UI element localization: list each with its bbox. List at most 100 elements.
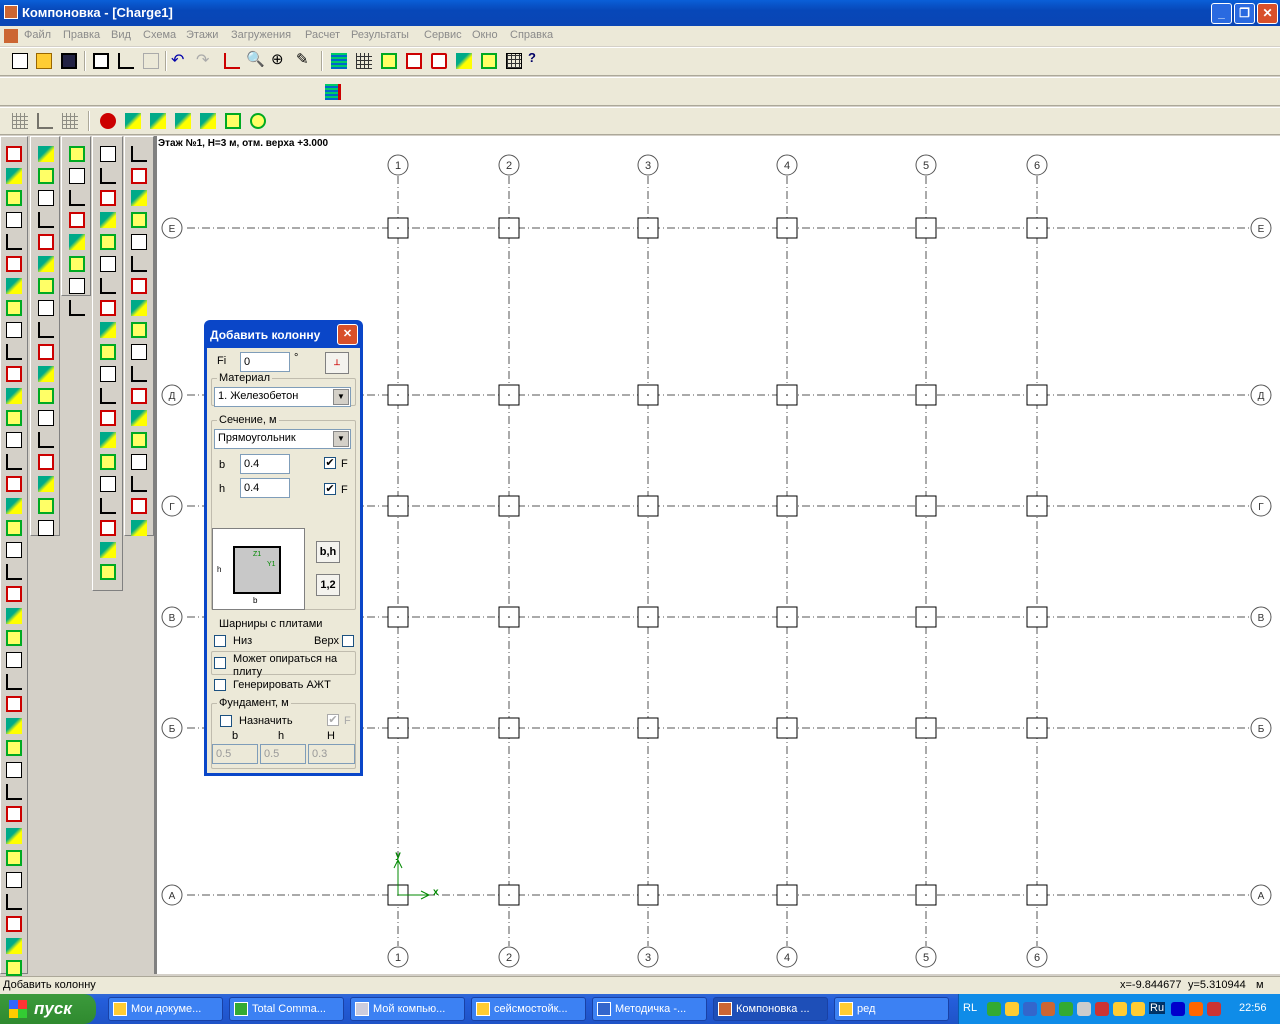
- panel-tool-button[interactable]: [3, 782, 25, 802]
- tray-app-icon[interactable]: [987, 1002, 1001, 1016]
- lang-indicator[interactable]: RL: [963, 1002, 977, 1014]
- panel-tool-button[interactable]: [35, 518, 57, 538]
- bottom-hinge-checkbox[interactable]: [214, 635, 226, 647]
- panel-tool-button[interactable]: [3, 892, 25, 912]
- maximize-button[interactable]: ❐: [1234, 3, 1255, 24]
- panel-tool-button[interactable]: [128, 276, 150, 296]
- menu-view[interactable]: Вид: [111, 29, 131, 41]
- panel-tool-button[interactable]: [66, 276, 88, 296]
- panel-tool-button[interactable]: [128, 518, 150, 538]
- panel-tool-button[interactable]: [97, 430, 119, 450]
- lock-button[interactable]: [97, 110, 119, 132]
- panel-tool-button[interactable]: [128, 210, 150, 230]
- section-select[interactable]: Прямоугольник ▼: [214, 429, 351, 449]
- close-button[interactable]: ✕: [1257, 3, 1278, 24]
- tray-app-icon[interactable]: [1059, 1002, 1073, 1016]
- panel-tool-button[interactable]: [3, 606, 25, 626]
- panel-tool-button[interactable]: [3, 738, 25, 758]
- panel-tool-button[interactable]: [35, 144, 57, 164]
- panel-tool-button[interactable]: [3, 848, 25, 868]
- panel-tool-button[interactable]: [3, 914, 25, 934]
- menu-scheme[interactable]: Схема: [143, 29, 176, 41]
- panel-tool-button[interactable]: [97, 188, 119, 208]
- panel-tool-button[interactable]: [97, 144, 119, 164]
- menu-calc[interactable]: Расчет: [305, 29, 340, 41]
- panel-tool-button[interactable]: [35, 166, 57, 186]
- panel-tool-button[interactable]: [3, 760, 25, 780]
- axes-button[interactable]: [221, 50, 243, 72]
- panel-tool-button[interactable]: [97, 452, 119, 472]
- tray-app-icon[interactable]: [1077, 1002, 1091, 1016]
- tool7-button[interactable]: [247, 110, 269, 132]
- top-hinge-checkbox[interactable]: [342, 635, 354, 647]
- panel-tool-button[interactable]: [97, 386, 119, 406]
- tool4-button[interactable]: [172, 110, 194, 132]
- tray-app-icon[interactable]: [1041, 1002, 1055, 1016]
- select-button[interactable]: [403, 50, 425, 72]
- panel-tool-button[interactable]: [97, 496, 119, 516]
- task-total-commander[interactable]: Total Comma...: [229, 997, 344, 1021]
- panel-tool-button[interactable]: [35, 496, 57, 516]
- panel-tool-button[interactable]: [97, 540, 119, 560]
- redo-button[interactable]: ↷: [196, 50, 218, 72]
- tray-app-icon[interactable]: [1113, 1002, 1127, 1016]
- node-button[interactable]: [428, 50, 450, 72]
- bh-button[interactable]: b,h: [316, 541, 340, 563]
- zoom-button[interactable]: 🔍: [246, 50, 268, 72]
- material-select[interactable]: 1. Железобетон ▼: [214, 387, 351, 407]
- panel-tool-button[interactable]: [97, 408, 119, 428]
- fi-pick-button[interactable]: ⊥: [325, 352, 349, 374]
- panel-tool-button[interactable]: [97, 254, 119, 274]
- task-red[interactable]: ред: [834, 997, 949, 1021]
- panel-tool-button[interactable]: [128, 452, 150, 472]
- draw-button[interactable]: [115, 50, 137, 72]
- panel-tool-button[interactable]: [35, 474, 57, 494]
- panel-tool-button[interactable]: [35, 386, 57, 406]
- panel-tool-button[interactable]: [128, 188, 150, 208]
- task-seismic[interactable]: сейсмостойк...: [471, 997, 586, 1021]
- panel-tool-button[interactable]: [3, 298, 25, 318]
- menu-help[interactable]: Справка: [510, 29, 553, 41]
- panel-tool-button[interactable]: [128, 342, 150, 362]
- panel-tool-button[interactable]: [35, 364, 57, 384]
- panel-tool-button[interactable]: [128, 430, 150, 450]
- h-input[interactable]: [240, 478, 290, 498]
- panel-tool-button[interactable]: [3, 408, 25, 428]
- menu-loads[interactable]: Загружения: [231, 29, 291, 41]
- panel-tool-button[interactable]: [128, 166, 150, 186]
- panel-tool-button[interactable]: [35, 188, 57, 208]
- panel-tool-button[interactable]: [97, 364, 119, 384]
- panel-tool-button[interactable]: [3, 826, 25, 846]
- panel-tool-button[interactable]: [3, 650, 25, 670]
- panel-tool-button[interactable]: [128, 496, 150, 516]
- tool2-button[interactable]: [478, 50, 500, 72]
- task-my-documents[interactable]: Мои докуме...: [108, 997, 223, 1021]
- panel-tool-button[interactable]: [97, 232, 119, 252]
- panel-tool-button[interactable]: [3, 958, 25, 978]
- panel-tool-button[interactable]: [128, 144, 150, 164]
- floors-manager-button[interactable]: [322, 81, 344, 103]
- undo-button[interactable]: ↶: [171, 50, 193, 72]
- doc-icon[interactable]: [4, 29, 18, 43]
- panel-tool-button[interactable]: [3, 672, 25, 692]
- panel-tool-button[interactable]: [97, 166, 119, 186]
- panel-tool-button[interactable]: [97, 518, 119, 538]
- fi-input[interactable]: [240, 352, 290, 372]
- panel-tool-button[interactable]: [3, 804, 25, 824]
- panel-tool-button[interactable]: [3, 694, 25, 714]
- measure-button[interactable]: [34, 110, 56, 132]
- panel-tool-button[interactable]: [3, 474, 25, 494]
- panel-tool-button[interactable]: [97, 474, 119, 494]
- help-button[interactable]: ?: [528, 50, 550, 72]
- panel-tool-button[interactable]: [35, 254, 57, 274]
- fH-input[interactable]: [308, 744, 355, 764]
- tool1-button[interactable]: [453, 50, 475, 72]
- panel-tool-button[interactable]: [3, 452, 25, 472]
- menu-results[interactable]: Результаты: [351, 29, 409, 41]
- open-button[interactable]: [33, 50, 55, 72]
- panel-tool-button[interactable]: [97, 342, 119, 362]
- panel-tool-button[interactable]: [3, 232, 25, 252]
- panel-tool-button[interactable]: [128, 232, 150, 252]
- tray-app-icon[interactable]: [1131, 1002, 1145, 1016]
- panel-tool-button[interactable]: [3, 364, 25, 384]
